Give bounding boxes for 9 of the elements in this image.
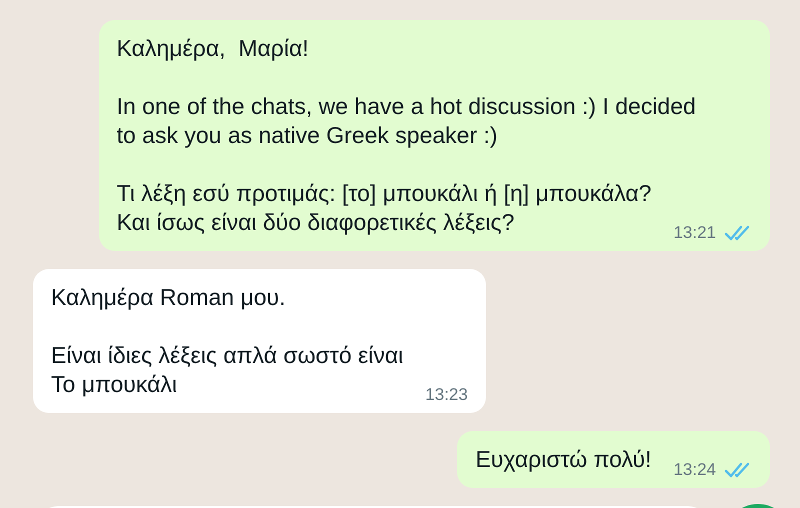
message-text: In one of the chats, we have a hot discussion :) I decided to ask you as native Greek speaker :): [116, 93, 696, 148]
message-text: Τι λέξη εσύ προτιμάς: [το] μπουκάλι ή [η] μπουκάλα? Και ίσως είναι δύο διαφορετικές λέξεις?: [116, 180, 652, 235]
message-text: Είναι ίδιες λέξεις απλά σωστό είναι Το μπουκάλι: [51, 342, 404, 397]
message-time: 13:24: [673, 460, 716, 480]
message-time: 13:21: [673, 223, 716, 243]
message-text: Ευχαριστώ πολύ!: [475, 446, 652, 472]
message-text: Καλημέρα Roman μου.: [51, 284, 286, 310]
message-time: 13:23: [425, 385, 468, 405]
message-text: Καλημέρα, Μαρία!: [116, 35, 309, 61]
